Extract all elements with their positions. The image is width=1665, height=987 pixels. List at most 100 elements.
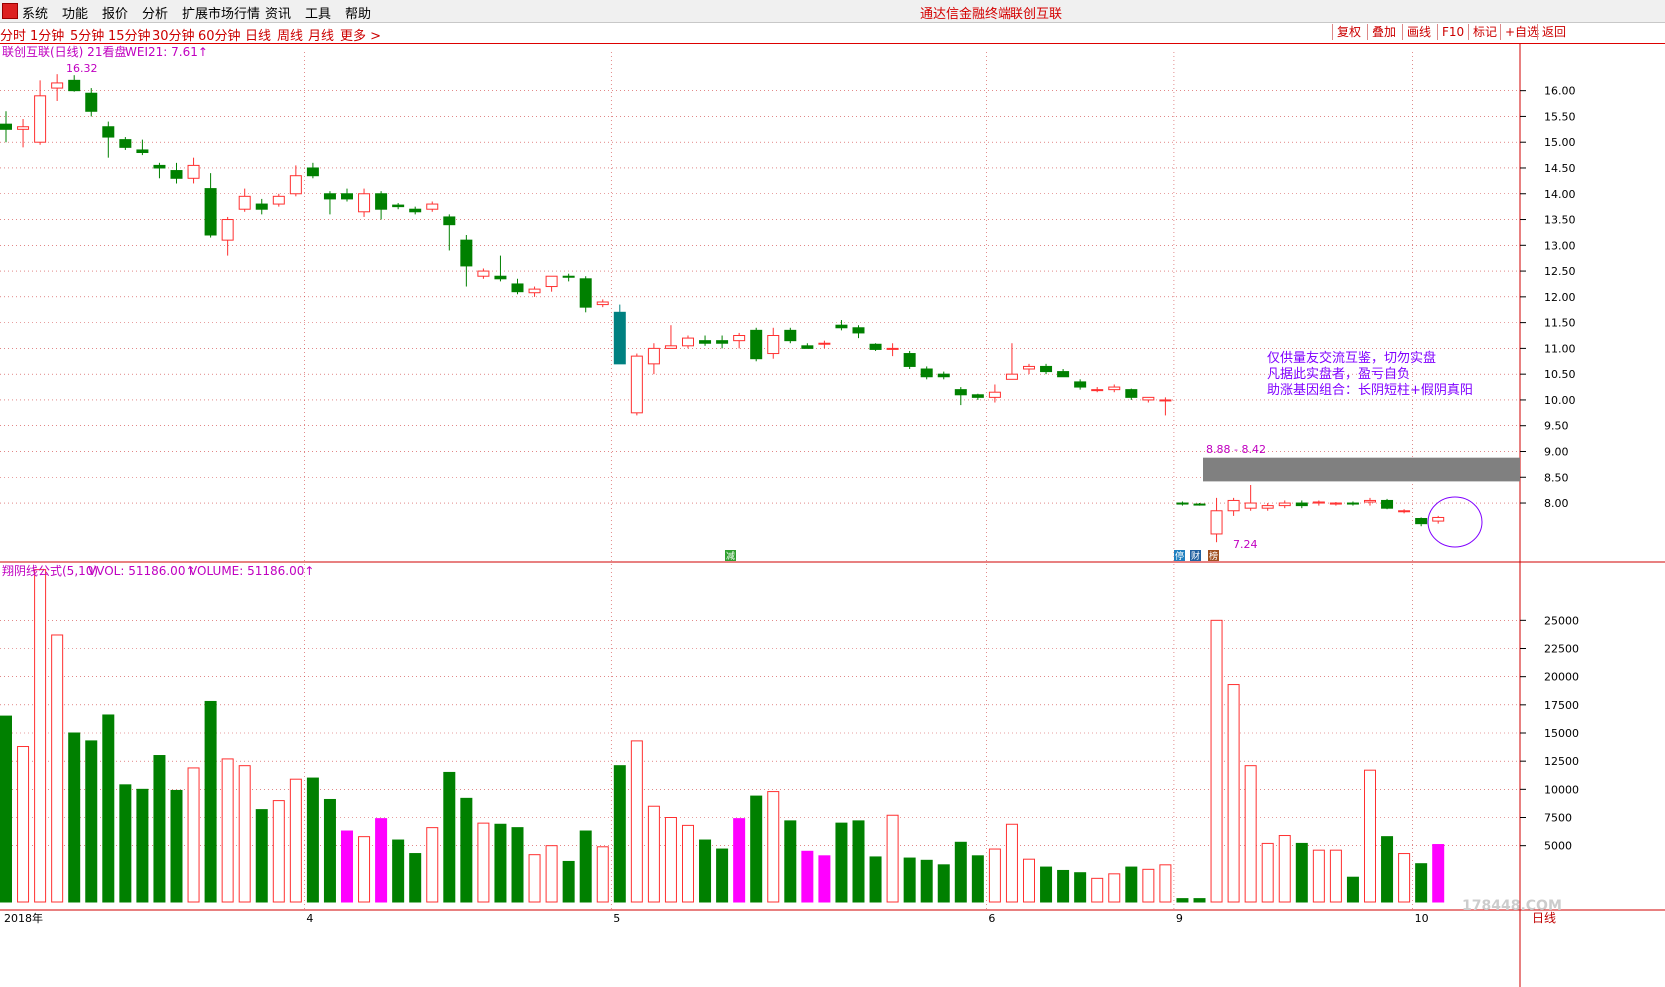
candle-body [1432, 516, 1445, 522]
gap-zone [1203, 457, 1520, 482]
cai-icon[interactable]: 财 [1190, 550, 1201, 562]
mark-button[interactable]: 标记 [1468, 24, 1501, 40]
volume-bar [818, 855, 831, 903]
month-label: 6 [988, 912, 995, 925]
candle-body [289, 175, 302, 195]
vvol-value: VVOL: 51186.00↑ [88, 564, 196, 578]
volume-bar [170, 789, 183, 903]
jian-icon-label: 减 [726, 550, 735, 562]
period-fenshi[interactable]: 分时 [0, 25, 26, 44]
stock-name-title: 联创互联 [1010, 7, 1063, 22]
candle-body [1261, 505, 1274, 509]
period-monthly[interactable]: 月线 [308, 25, 334, 44]
candle-body [750, 329, 763, 360]
f10-button[interactable]: F10 [1437, 24, 1468, 40]
candle-body [136, 149, 149, 154]
period-daily[interactable]: 日线 [245, 25, 271, 44]
jian-icon[interactable]: 减 [725, 550, 736, 562]
period-30min[interactable]: 30分钟 [152, 25, 195, 44]
candle-body [988, 391, 1001, 398]
volume-bar [801, 850, 814, 903]
kline-chart[interactable]: 16.00 15.50 15.00 14.50 14.00 13.50 13.00 12.50… [0, 44, 1665, 987]
volume-bar [716, 848, 729, 903]
price-tick-label: 8.00 [1544, 497, 1569, 510]
period-toolbar: 分时 1分钟 5分钟 15分钟 30分钟 60分钟 日线 周线 月线 更多 > … [0, 23, 1665, 44]
period-5min[interactable]: 5分钟 [70, 25, 104, 44]
volume-bar [1125, 866, 1138, 903]
candle-body [1176, 502, 1189, 505]
volume-bar [323, 798, 336, 903]
period-1min[interactable]: 1分钟 [30, 25, 64, 44]
menu-tools[interactable]: 工具 [305, 3, 331, 22]
annotation-line-3: 助涨基因组合：长阴短柱+假阴真阳 [1267, 383, 1473, 398]
volume-bar [903, 857, 916, 903]
gap-label: 8.88 - 8.42 [1206, 443, 1266, 456]
volume-bar [1210, 619, 1223, 903]
price-tick-label: 8.50 [1544, 471, 1569, 484]
menu-bar: 系统 功能 报价 分析 扩展市场行情 资讯 工具 帮助 通达信金融终端 联创互联 [0, 0, 1665, 23]
period-15min[interactable]: 15分钟 [108, 25, 151, 44]
volume-bar [1023, 858, 1035, 903]
volume-bar [1176, 898, 1189, 903]
price-tick-label: 10.50 [1544, 368, 1576, 381]
volume-bar [596, 846, 609, 903]
overlay-button[interactable]: 叠加 [1367, 24, 1400, 40]
candle-body [954, 389, 967, 396]
candle-body [51, 82, 64, 89]
price-tick-label: 15.00 [1544, 136, 1576, 149]
candle-body [664, 345, 677, 349]
bang-icon[interactable]: 榜 [1208, 550, 1219, 562]
menu-ext-market[interactable]: 扩展市场行情 [182, 3, 260, 22]
candle-body [1278, 502, 1291, 507]
back-button[interactable]: 返回 [1537, 24, 1570, 40]
menu-news[interactable]: 资讯 [265, 3, 291, 22]
candle-body [886, 347, 899, 350]
volume-bar [1227, 684, 1240, 903]
volume-bar [136, 788, 149, 903]
volume-bar [664, 817, 677, 903]
volume-bar [767, 791, 780, 903]
menu-function[interactable]: 功能 [62, 3, 88, 22]
volume-tick-label: 25000 [1544, 614, 1579, 627]
volume-tick-label: 7500 [1544, 812, 1572, 825]
menu-analysis[interactable]: 分析 [142, 3, 168, 22]
volume-bar [460, 797, 473, 903]
price-tick-label: 15.50 [1544, 110, 1576, 123]
volume-bar [341, 830, 353, 903]
candle-body [204, 188, 217, 236]
candle-body [170, 170, 183, 179]
candle-body [852, 327, 865, 334]
candle-body [1398, 510, 1411, 513]
candle-body [835, 324, 848, 329]
volume-bar [68, 732, 81, 903]
volume-bar [1244, 765, 1257, 903]
candle-body [1364, 499, 1376, 503]
volume-bar [238, 765, 251, 903]
volume-bar [1398, 853, 1411, 903]
candle-body [1057, 371, 1070, 378]
min-price-label: 7.24 [1233, 538, 1258, 551]
candle-body [255, 203, 268, 210]
menu-system[interactable]: 系统 [22, 3, 48, 22]
period-weekly[interactable]: 周线 [277, 25, 303, 44]
candle-body [85, 92, 98, 112]
month-label: 4 [306, 912, 313, 925]
volume-bar [477, 822, 490, 903]
candle-body [630, 355, 643, 414]
volume-bar [1278, 835, 1291, 903]
candle-body [1005, 373, 1018, 380]
price-tick-label: 11.50 [1544, 317, 1576, 330]
volume-bar [289, 778, 302, 903]
ting-icon[interactable]: 停 [1174, 550, 1185, 562]
menu-quote[interactable]: 报价 [102, 3, 128, 22]
draw-button[interactable]: 画线 [1402, 24, 1435, 40]
volume-bar [1074, 872, 1087, 903]
period-more[interactable]: 更多 > [340, 25, 381, 44]
fuquan-button[interactable]: 复权 [1332, 24, 1365, 40]
month-label: 5 [613, 912, 620, 925]
menu-help[interactable]: 帮助 [345, 3, 371, 22]
volume-bar [1040, 866, 1053, 903]
volume-bar [1108, 873, 1121, 903]
period-60min[interactable]: 60分钟 [198, 25, 241, 44]
price-tick-label: 11.00 [1544, 342, 1576, 355]
